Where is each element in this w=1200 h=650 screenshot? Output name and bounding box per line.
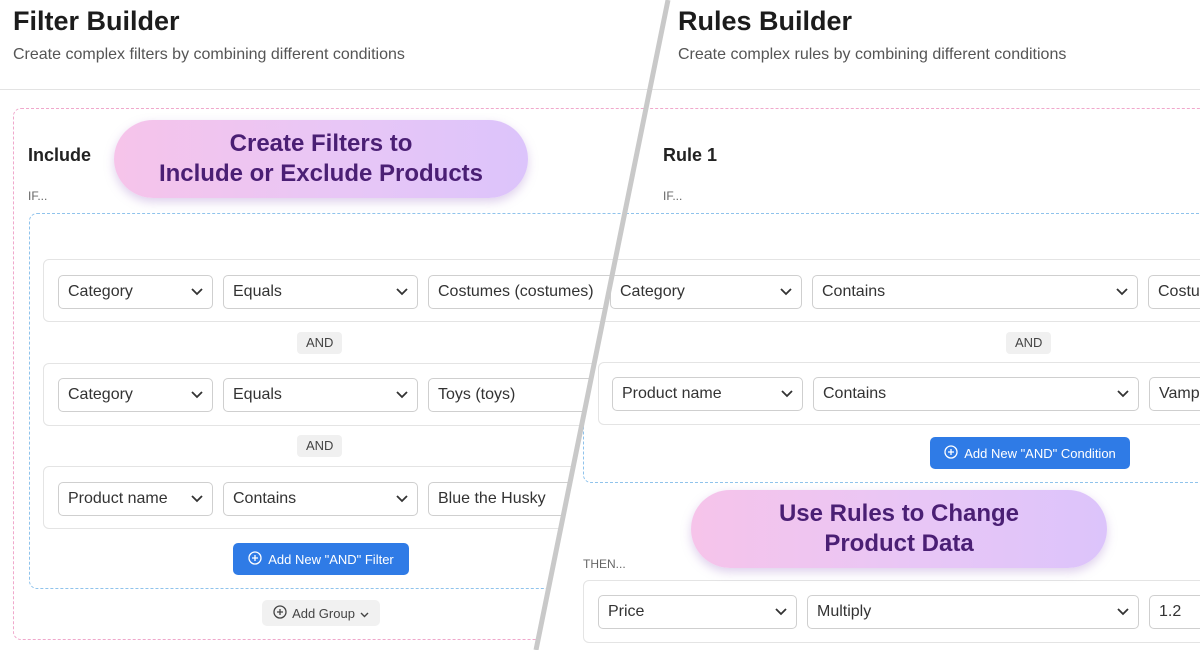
add-and-condition-button[interactable]: Add New "AND" Condition <box>930 437 1130 469</box>
add-and-filter-label: Add New "AND" Filter <box>268 551 394 567</box>
action-row: Price Multiply 1.2 <box>583 580 1200 643</box>
add-and-filter-button[interactable]: Add New "AND" Filter <box>233 543 409 575</box>
field-select[interactable]: Product name <box>58 482 213 516</box>
callout-use-rules: Use Rules to Change Product Data <box>691 490 1107 568</box>
value-input[interactable]: Costur <box>1148 275 1200 309</box>
section-title-rule-1: Rule 1 <box>663 145 718 165</box>
page-title: Filter Builder <box>13 6 180 36</box>
chevron-down-icon <box>190 379 204 411</box>
callout-create-filters: Create Filters to Include or Exclude Pro… <box>114 120 528 198</box>
chevron-down-icon <box>395 276 409 308</box>
page-subtitle: Create complex rules by combining differ… <box>678 46 1067 63</box>
field-select-value: Product name <box>622 385 722 402</box>
field-select-value: Category <box>68 386 133 403</box>
operator-select-value: Equals <box>233 283 282 300</box>
chevron-down-icon <box>1116 378 1130 410</box>
add-group-label: Add Group <box>292 605 355 621</box>
chevron-down-icon <box>395 483 409 515</box>
operator-select-value: Equals <box>233 386 282 403</box>
header-divider <box>640 89 1200 90</box>
chevron-down-icon <box>1115 276 1129 308</box>
condition-row: Category Contains Costur <box>598 259 1200 322</box>
field-select-value: Category <box>620 283 685 300</box>
field-select[interactable]: Category <box>610 275 802 309</box>
operator-select[interactable]: Contains <box>813 377 1139 411</box>
chevron-down-icon <box>1116 596 1130 628</box>
callout-line-2: Include or Exclude Products <box>158 160 484 187</box>
section-title-include: Include <box>28 145 92 165</box>
value-input[interactable]: Vampi <box>1149 377 1200 411</box>
action-operator-select[interactable]: Multiply <box>807 595 1139 629</box>
action-value-input[interactable]: 1.2 <box>1149 595 1200 629</box>
field-select-value: Category <box>68 283 133 300</box>
field-select[interactable]: Category <box>58 378 213 412</box>
if-label: IF... <box>663 189 683 203</box>
field-select[interactable]: Category <box>58 275 213 309</box>
chevron-down-icon <box>190 483 204 515</box>
field-select-value: Product name <box>68 490 168 507</box>
chevron-down-icon <box>360 606 369 621</box>
action-field-select[interactable]: Price <box>598 595 797 629</box>
callout-line-2: Product Data <box>824 530 974 557</box>
rule-container-top <box>600 108 1200 118</box>
chevron-down-icon <box>774 596 788 628</box>
page-subtitle: Create complex filters by combining diff… <box>13 46 405 63</box>
and-label: AND <box>297 332 343 354</box>
operator-select[interactable]: Contains <box>223 482 418 516</box>
operator-select-value: Contains <box>822 283 886 300</box>
if-label: IF... <box>28 189 48 203</box>
plus-circle-icon <box>273 604 287 622</box>
callout-line-1: Create Filters to <box>229 130 413 157</box>
add-and-condition-label: Add New "AND" Condition <box>964 445 1116 461</box>
and-label: AND <box>297 435 343 457</box>
operator-select[interactable]: Contains <box>812 275 1138 309</box>
then-label: THEN... <box>583 557 626 571</box>
plus-circle-icon <box>944 444 958 462</box>
add-group-button[interactable]: Add Group <box>262 600 380 626</box>
action-field-value: Price <box>608 603 645 620</box>
chevron-down-icon <box>779 276 793 308</box>
chevron-down-icon <box>190 276 204 308</box>
header-divider <box>0 89 680 90</box>
page-title: Rules Builder <box>678 6 853 36</box>
and-label: AND <box>1006 332 1052 354</box>
chevron-down-icon <box>395 379 409 411</box>
operator-select-value: Contains <box>823 385 887 402</box>
operator-select-value: Contains <box>233 490 297 507</box>
chevron-down-icon <box>780 378 794 410</box>
plus-circle-icon <box>248 550 262 568</box>
action-operator-value: Multiply <box>817 603 872 620</box>
operator-select[interactable]: Equals <box>223 275 418 309</box>
condition-row: Product name Contains Vampi <box>598 362 1200 425</box>
callout-line-1: Use Rules to Change <box>778 500 1020 527</box>
operator-select[interactable]: Equals <box>223 378 418 412</box>
field-select[interactable]: Product name <box>612 377 803 411</box>
